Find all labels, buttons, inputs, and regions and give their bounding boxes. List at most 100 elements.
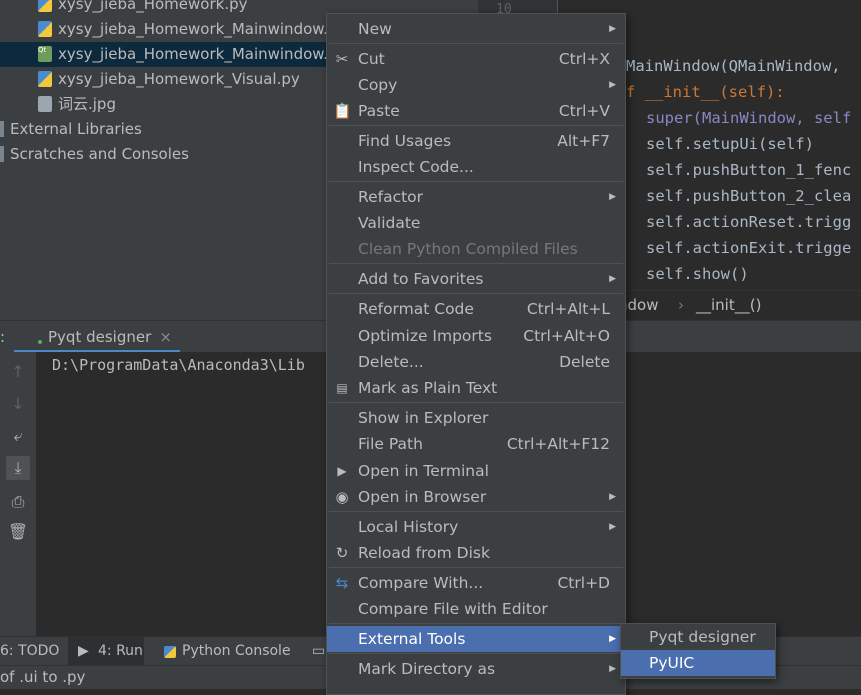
submenu-arrow-icon: ▶ — [609, 664, 616, 674]
menu-item-mark-plain-text[interactable]: ▤ Mark as Plain Text — [327, 375, 625, 401]
plain-text-icon: ▤ — [336, 381, 348, 395]
tab-todo[interactable]: 6: TODO — [0, 637, 59, 666]
menu-separator — [329, 623, 623, 624]
menu-item-paste[interactable]: 📋 Paste Ctrl+V — [327, 98, 625, 124]
menu-item-mark-directory[interactable]: Mark Directory as ▶ — [327, 656, 625, 682]
menu-item-open-terminal[interactable]: ▶ Open in Terminal — [327, 458, 625, 484]
run-tab-label: Pyqt designer — [48, 328, 152, 346]
menu-item-open-browser[interactable]: ◉ Open in Browser ▶ — [327, 484, 625, 510]
code-line: self.show() — [646, 265, 749, 283]
run-icon: ▶ — [78, 643, 89, 659]
menu-item-compare-editor[interactable]: Compare File with Editor — [327, 596, 625, 622]
menu-separator — [329, 511, 623, 512]
menu-item-inspect-code[interactable]: Inspect Code... — [327, 154, 625, 180]
status-text: of .ui to .py — [0, 668, 86, 686]
submenu-item-pyuic[interactable]: PyUIC — [621, 650, 775, 676]
python-file-icon — [38, 71, 52, 87]
menu-item-show-explorer[interactable]: Show in Explorer — [327, 405, 625, 431]
run-status-icon — [38, 340, 42, 344]
run-toolbar: ↑ ↓ ⤶ ⤓ ⎙ 🗑 — [0, 352, 36, 636]
menu-item-label: Inspect Code... — [358, 158, 474, 176]
tab-todo-label: 6: TODO — [0, 643, 60, 659]
menu-item-compare-with[interactable]: ⇆ Compare With... Ctrl+D — [327, 570, 625, 596]
image-file-icon — [38, 96, 52, 112]
menu-item-label: Mark Directory as — [358, 660, 496, 678]
tree-label: External Libraries — [10, 120, 142, 138]
menu-item-label: Validate — [358, 214, 421, 232]
menu-item-label: Reformat Code — [358, 300, 474, 318]
submenu-arrow-icon: ▶ — [609, 492, 616, 502]
submenu-item-pyqt-designer[interactable]: Pyqt designer — [621, 624, 775, 650]
menu-item-optimize-imports[interactable]: Optimize Imports Ctrl+Alt+O — [327, 323, 625, 349]
menu-separator — [329, 402, 623, 403]
menu-separator — [329, 567, 623, 568]
submenu-item-label: PyUIC — [649, 654, 695, 672]
menu-item-shortcut: Ctrl+Alt+L — [526, 300, 610, 318]
python-console-icon — [164, 646, 176, 658]
menu-item-label: Mark as Plain Text — [358, 379, 498, 397]
menu-item-label: File Path — [358, 435, 423, 453]
tree-file-py[interactable]: xysy_jieba_Homework.py — [38, 0, 248, 17]
code-line: self.actionExit.trigge — [646, 239, 852, 257]
soft-wrap-icon[interactable]: ⤶ — [6, 424, 30, 448]
tree-scratches[interactable]: Scratches and Consoles — [0, 142, 189, 167]
tab-python-console-label: Python Console — [182, 643, 291, 659]
code-line: self.pushButton_1_fenc — [646, 161, 852, 179]
menu-item-file-path[interactable]: File Path Ctrl+Alt+F12 — [327, 431, 625, 457]
run-tab-pyqt-designer[interactable]: Pyqt designer × — [14, 321, 180, 353]
menu-item-external-tools[interactable]: External Tools ▶ — [327, 626, 625, 652]
tab-run[interactable]: ▶ 4: Run — [68, 637, 144, 666]
submenu-arrow-icon: ▶ — [609, 24, 616, 34]
tree-external-libraries[interactable]: External Libraries — [0, 117, 142, 142]
submenu-arrow-icon: ▶ — [609, 80, 616, 90]
run-header-colon: : — [0, 328, 6, 346]
menu-item-refactor[interactable]: Refactor ▶ — [327, 184, 625, 210]
menu-item-label: New — [358, 20, 392, 38]
tree-file-jpg[interactable]: 词云.jpg — [38, 92, 116, 117]
menu-item-label: Find Usages — [358, 132, 452, 150]
python-file-icon — [38, 21, 52, 37]
menu-item-shortcut: Ctrl+Alt+O — [523, 327, 610, 345]
arrow-down-icon[interactable]: ↓ — [6, 392, 30, 416]
menu-item-find-usages[interactable]: Find Usages Alt+F7 — [327, 128, 625, 154]
breadcrumb-method[interactable]: __init__() — [696, 291, 761, 319]
code-line: f __init__(self): — [626, 83, 785, 101]
menu-item-label: Reload from Disk — [358, 544, 490, 562]
tree-file-py[interactable]: xysy_jieba_Homework_Visual.py — [38, 67, 300, 92]
menu-item-label: Copy — [358, 76, 398, 94]
compare-icon: ⇆ — [335, 574, 349, 592]
menu-separator — [329, 263, 623, 264]
terminal-tab-icon[interactable]: ▭ — [312, 637, 325, 666]
submenu-arrow-icon: ▶ — [609, 634, 616, 644]
menu-item-shortcut: Delete — [559, 353, 610, 371]
menu-separator — [329, 181, 623, 182]
menu-item-label: Optimize Imports — [358, 327, 492, 345]
menu-item-clean-python: Clean Python Compiled Files — [327, 236, 625, 262]
menu-separator — [329, 293, 623, 294]
close-tab-icon[interactable]: × — [159, 321, 172, 353]
menu-item-local-history[interactable]: Local History ▶ — [327, 514, 625, 540]
menu-item-new[interactable]: New ▶ — [327, 16, 625, 42]
menu-item-label: Cut — [358, 50, 385, 68]
menu-item-shortcut: Ctrl+D — [557, 574, 610, 592]
menu-item-reload-disk[interactable]: ↻ Reload from Disk — [327, 540, 625, 566]
print-icon[interactable]: ⎙ — [6, 490, 30, 514]
tree-file-py[interactable]: xysy_jieba_Homework_Mainwindow.py — [38, 17, 346, 42]
menu-item-reformat-code[interactable]: Reformat Code Ctrl+Alt+L — [327, 296, 625, 322]
trash-icon[interactable]: 🗑 — [6, 520, 30, 544]
arrow-up-icon[interactable]: ↑ — [6, 360, 30, 384]
menu-item-copy[interactable]: Copy ▶ — [327, 72, 625, 98]
tree-label: Scratches and Consoles — [10, 145, 189, 163]
menu-item-label: Show in Explorer — [358, 409, 489, 427]
menu-item-delete[interactable]: Delete... Delete — [327, 349, 625, 375]
library-icon — [0, 121, 4, 137]
menu-item-label: Clean Python Compiled Files — [358, 240, 578, 258]
menu-item-add-favorites[interactable]: Add to Favorites ▶ — [327, 266, 625, 292]
menu-item-cut[interactable]: ✂ Cut Ctrl+X — [327, 46, 625, 72]
submenu-arrow-icon: ▶ — [609, 192, 616, 202]
menu-item-validate[interactable]: Validate — [327, 210, 625, 236]
tab-python-console[interactable]: Python Console — [164, 637, 291, 666]
tree-file-label: xysy_jieba_Homework_Mainwindow.ui — [58, 45, 342, 63]
submenu-arrow-icon: ▶ — [609, 522, 616, 532]
scroll-to-end-icon[interactable]: ⤓ — [6, 456, 30, 480]
